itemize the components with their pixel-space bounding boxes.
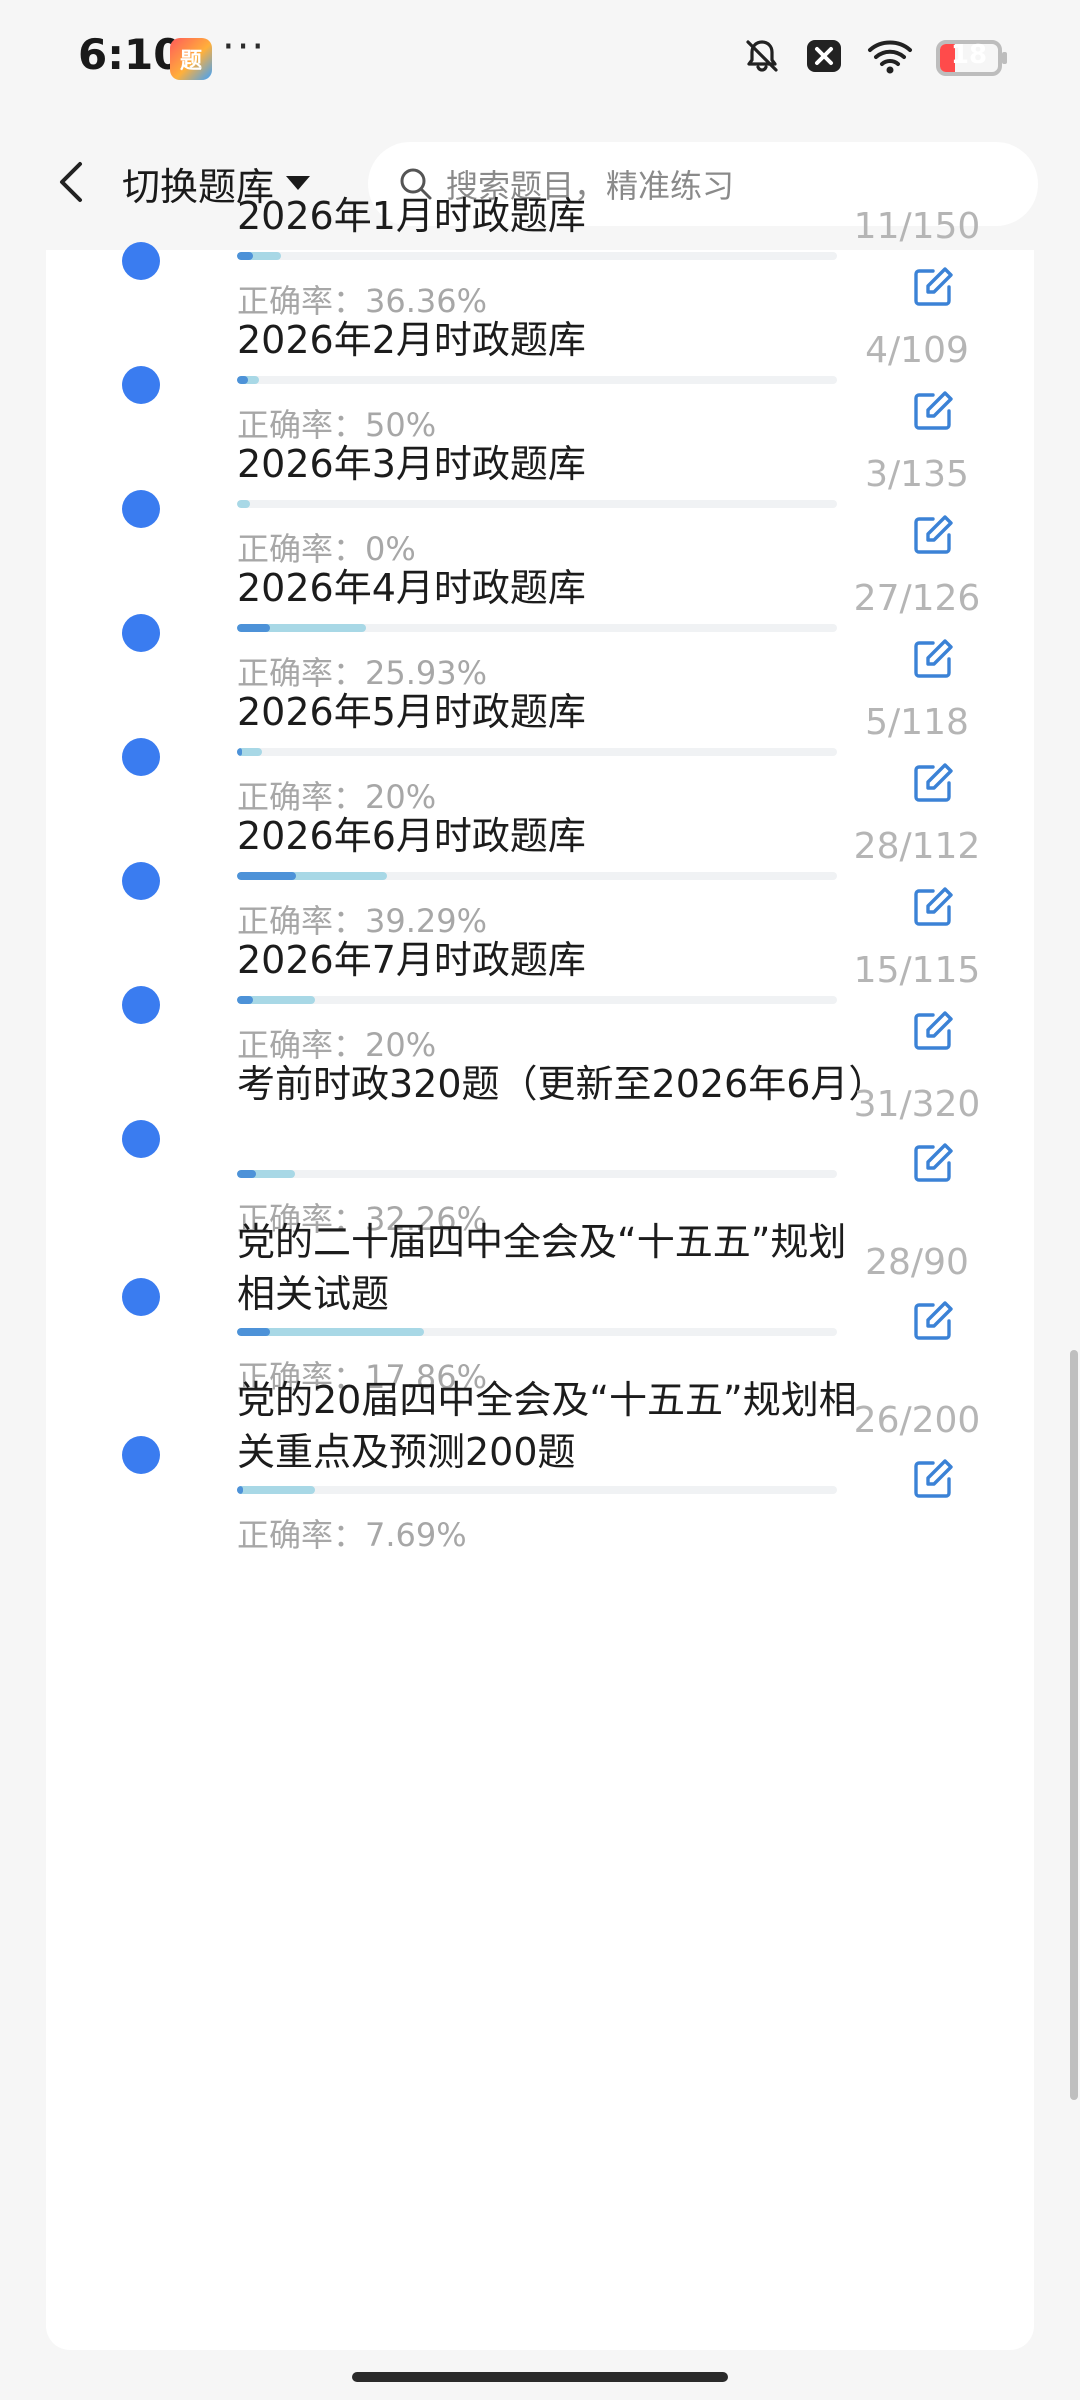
- progress-correct: [237, 252, 253, 260]
- caret-down-icon: [286, 176, 311, 190]
- progress-count: 4/109: [865, 330, 969, 371]
- progress-bar: [237, 624, 837, 632]
- progress-count: 26/200: [853, 1400, 981, 1441]
- edit-icon: [914, 639, 953, 678]
- battery-icon: 18: [936, 40, 1007, 76]
- status-dot: [122, 1278, 160, 1316]
- scrollbar[interactable]: [1070, 1350, 1078, 2100]
- progress-count: 28/90: [865, 1242, 969, 1283]
- app-notification-icon: 题: [170, 38, 212, 80]
- progress-done: [237, 1486, 315, 1494]
- practice-button[interactable]: [908, 882, 958, 932]
- mute-icon: [742, 36, 782, 80]
- status-dot: [122, 366, 160, 404]
- progress-count: 5/118: [865, 702, 969, 743]
- practice-button[interactable]: [908, 634, 958, 684]
- practice-button[interactable]: [908, 1138, 958, 1188]
- bank-title: 2026年2月时政题库: [237, 318, 586, 362]
- progress-count: 28/112: [853, 826, 981, 867]
- bank-item[interactable]: 2026年4月时政题库 正确率：25.93% 27/126: [46, 562, 1034, 692]
- battery-level: 18: [950, 40, 988, 70]
- progress-bar: [237, 872, 837, 880]
- more-notifications-icon: ···: [222, 24, 267, 70]
- progress-count: 31/320: [853, 1084, 981, 1125]
- bank-title: 考前时政320题（更新至2026年6月）: [237, 1062, 887, 1106]
- status-time: 6:10: [78, 30, 183, 79]
- progress-correct: [237, 1486, 243, 1494]
- bank-item[interactable]: 党的二十届四中全会及“十五五”规划相关试题 正确率：17.86% 28/90: [46, 1216, 1034, 1396]
- status-dot: [122, 1436, 160, 1474]
- progress-bar: [237, 996, 837, 1004]
- wifi-icon: [866, 36, 914, 80]
- bank-title: 2026年3月时政题库: [237, 442, 586, 486]
- status-dot: [122, 862, 160, 900]
- bank-title: 2026年6月时政题库: [237, 814, 586, 858]
- bank-item[interactable]: 2026年5月时政题库 正确率：20% 5/118: [46, 686, 1034, 816]
- edit-icon: [914, 515, 953, 554]
- progress-correct: [237, 624, 271, 632]
- status-dot: [122, 738, 160, 776]
- progress-bar: [237, 252, 837, 260]
- bank-item[interactable]: 2026年6月时政题库 正确率：39.29% 28/112: [46, 810, 1034, 940]
- status-dot: [122, 242, 160, 280]
- practice-button[interactable]: [908, 1454, 958, 1504]
- status-dot: [122, 490, 160, 528]
- progress-bar: [237, 1486, 837, 1494]
- status-bar: 6:10 题 ··· 18: [0, 0, 1080, 120]
- practice-button[interactable]: [908, 386, 958, 436]
- progress-count: 3/135: [865, 454, 969, 495]
- edit-icon: [914, 1459, 953, 1498]
- status-dot: [122, 1120, 160, 1158]
- edit-icon: [914, 1011, 953, 1050]
- edit-icon: [914, 1143, 953, 1182]
- edit-icon: [914, 763, 953, 802]
- bank-title: 党的20届四中全会及“十五五”规划相关重点及预测200题: [237, 1378, 857, 1474]
- bank-list: 2026年1月时政题库 正确率：36.36% 11/150 2026年2月时政题…: [46, 194, 1034, 2350]
- progress-correct: [237, 748, 243, 756]
- edit-icon: [914, 267, 953, 306]
- bank-item[interactable]: 党的20届四中全会及“十五五”规划相关重点及预测200题 正确率：7.69% 2…: [46, 1374, 1034, 1554]
- progress-count: 27/126: [853, 578, 981, 619]
- edit-icon: [914, 391, 953, 430]
- bank-title: 2026年1月时政题库: [237, 194, 586, 238]
- status-dot: [122, 614, 160, 652]
- bank-item[interactable]: 2026年3月时政题库 正确率：0% 3/135: [46, 438, 1034, 568]
- progress-correct: [237, 1328, 271, 1336]
- progress-bar: [237, 500, 837, 508]
- status-dot: [122, 986, 160, 1024]
- practice-button[interactable]: [908, 1006, 958, 1056]
- accuracy-text: 正确率：7.69%: [237, 1516, 467, 1554]
- progress-correct: [237, 376, 248, 384]
- progress-correct: [237, 996, 253, 1004]
- progress-correct: [237, 1170, 256, 1178]
- progress-bar: [237, 1170, 837, 1178]
- practice-button[interactable]: [908, 510, 958, 560]
- bank-title: 2026年4月时政题库: [237, 566, 586, 610]
- progress-bar: [237, 748, 837, 756]
- progress-bar: [237, 376, 837, 384]
- edit-icon: [914, 1301, 953, 1340]
- progress-count: 15/115: [853, 950, 981, 991]
- home-indicator[interactable]: [352, 2372, 728, 2382]
- bank-item[interactable]: 2026年2月时政题库 正确率：50% 4/109: [46, 314, 1034, 444]
- bank-title: 党的二十届四中全会及“十五五”规划相关试题: [237, 1220, 847, 1316]
- progress-correct: [237, 872, 296, 880]
- progress-count: 11/150: [853, 206, 981, 247]
- progress-done: [237, 500, 251, 508]
- practice-button[interactable]: [908, 1296, 958, 1346]
- practice-button[interactable]: [908, 758, 958, 808]
- bank-title: 2026年7月时政题库: [237, 938, 586, 982]
- edit-icon: [914, 887, 953, 926]
- status-icons: 18: [742, 36, 1007, 80]
- close-box-icon: [804, 36, 844, 80]
- practice-button[interactable]: [908, 262, 958, 312]
- bank-title: 2026年5月时政题库: [237, 690, 586, 734]
- bank-item[interactable]: 2026年7月时政题库 正确率：20% 15/115: [46, 934, 1034, 1064]
- bank-item[interactable]: 考前时政320题（更新至2026年6月） 正确率：32.26% 31/320: [46, 1058, 1034, 1238]
- bank-item[interactable]: 2026年1月时政题库 正确率：36.36% 11/150: [46, 190, 1034, 320]
- progress-bar: [237, 1328, 837, 1336]
